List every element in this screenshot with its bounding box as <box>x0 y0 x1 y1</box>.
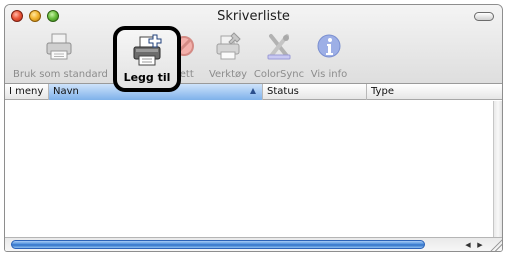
window-chrome: Skriverliste Bruk som standard lett Verk… <box>5 5 502 84</box>
title-bar: Skriverliste <box>5 5 502 27</box>
printer-list-window: Skriverliste Bruk som standard lett Verk… <box>4 4 503 252</box>
make-default-button[interactable]: Bruk som standard <box>13 30 108 82</box>
column-status[interactable]: Status <box>263 84 367 100</box>
resize-grip-icon[interactable] <box>489 238 502 251</box>
add-printer-label: Legg til <box>123 71 171 84</box>
vertical-scrollbar[interactable] <box>493 101 502 237</box>
toolbar: Bruk som standard lett Verktøy ColorSync… <box>5 27 502 84</box>
column-in-menu[interactable]: I meny <box>5 84 49 100</box>
column-type[interactable]: Type <box>367 84 502 100</box>
sort-ascending-icon <box>250 88 256 94</box>
printer-utility-icon <box>212 32 244 62</box>
scroll-left-icon[interactable]: ◀ <box>463 240 473 250</box>
column-name-label: Navn <box>53 86 79 97</box>
scroll-right-icon[interactable]: ▶ <box>475 240 485 250</box>
printer-default-icon <box>43 32 75 62</box>
column-header: I meny Navn Status Type <box>5 84 502 100</box>
add-printer-icon <box>130 34 164 68</box>
window-title: Skriverliste <box>217 9 290 24</box>
info-icon <box>313 32 345 62</box>
column-status-label: Status <box>267 86 299 97</box>
colorsync-button[interactable]: ColorSync <box>253 30 305 82</box>
colorsync-icon <box>263 32 295 62</box>
utility-label: Verktøy <box>208 69 248 80</box>
column-in-menu-label: I meny <box>9 86 44 97</box>
colorsync-label: ColorSync <box>253 69 305 80</box>
utility-button[interactable]: Verktøy <box>205 30 251 82</box>
show-info-label: Vis info <box>310 69 348 80</box>
printer-list[interactable] <box>5 101 493 237</box>
horizontal-scrollbar[interactable]: ◀ ▶ <box>5 237 502 251</box>
column-type-label: Type <box>371 86 394 97</box>
toolbar-toggle-button[interactable] <box>474 12 494 21</box>
show-info-button[interactable]: Vis info <box>307 30 351 82</box>
add-printer-button[interactable]: Legg til <box>113 26 181 92</box>
make-default-label: Bruk som standard <box>13 69 108 80</box>
horizontal-scroll-thumb[interactable] <box>11 240 425 249</box>
